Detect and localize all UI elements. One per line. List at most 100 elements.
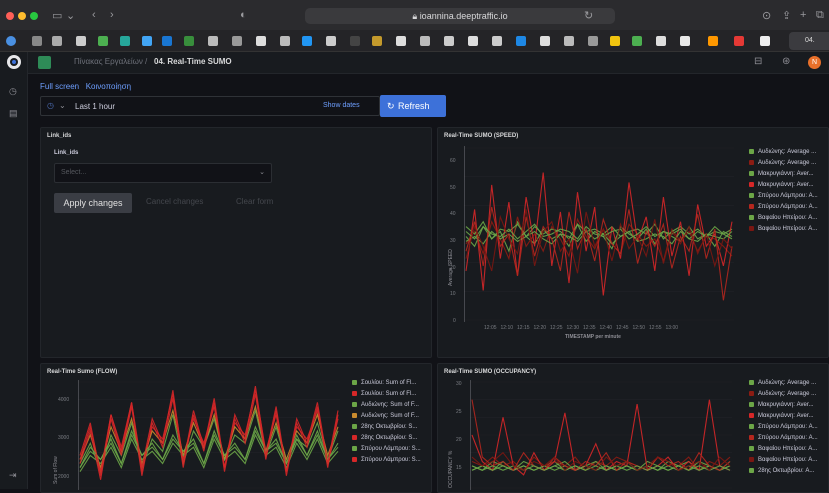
- bookmark-icon[interactable]: [372, 36, 382, 46]
- dashboards-icon[interactable]: ▤: [9, 108, 18, 119]
- active-tab[interactable]: 04. Real...: [789, 32, 829, 62]
- share-link[interactable]: Κοινοποίηση: [86, 82, 131, 91]
- legend-item[interactable]: 28ης Οκτωβρίου: S...: [352, 432, 421, 443]
- help-icon[interactable]: ⊛: [782, 56, 790, 67]
- fullscreen-link[interactable]: Full screen: [40, 82, 79, 91]
- bookmark-icon[interactable]: [760, 36, 770, 46]
- legend-item[interactable]: Σπύρου Λάμπρου: A...: [749, 432, 818, 443]
- legend-item[interactable]: Βαφαίου Ηπείρου: A...: [749, 454, 818, 465]
- show-dates-link[interactable]: Show dates: [323, 102, 360, 109]
- speed-line-chart[interactable]: [464, 146, 734, 322]
- legend-item[interactable]: Αυδιώνης: Average ...: [749, 157, 818, 168]
- bookmark-icon[interactable]: [208, 36, 218, 46]
- bookmark-icon[interactable]: [326, 36, 336, 46]
- legend-swatch: [749, 424, 754, 429]
- apply-changes-button[interactable]: Apply changes: [54, 193, 132, 213]
- legend-item[interactable]: Σουλίου: Sum of Fl...: [352, 388, 421, 399]
- bookmark-icon[interactable]: [420, 36, 430, 46]
- page-title[interactable]: 04. Real-Time SUMO: [154, 57, 232, 66]
- x-tick: 12:10: [500, 325, 514, 331]
- bookmark-icon[interactable]: [76, 36, 86, 46]
- forward-icon[interactable]: ›: [110, 9, 114, 21]
- bookmark-icon[interactable]: [350, 36, 360, 46]
- address-bar[interactable]: 🔒︎ ioannina.deeptraffic.io: [305, 8, 615, 24]
- legend-item[interactable]: Αυδιώνης: Average ...: [749, 146, 818, 157]
- expand-nav-icon[interactable]: ⇥: [9, 470, 17, 481]
- legend-item[interactable]: 28ης Οκτωβρίου: A...: [749, 465, 818, 476]
- bookmark-icon[interactable]: [98, 36, 108, 46]
- bookmark-icon[interactable]: [162, 36, 172, 46]
- bookmark-icon[interactable]: [516, 36, 526, 46]
- bookmark-icon[interactable]: [120, 36, 130, 46]
- bookmark-icon[interactable]: [256, 36, 266, 46]
- link-ids-select[interactable]: Select... ⌄: [54, 163, 272, 183]
- occupancy-line-chart[interactable]: [470, 380, 732, 490]
- bookmark-icon[interactable]: [610, 36, 620, 46]
- bookmark-icon[interactable]: [184, 36, 194, 46]
- legend-item[interactable]: Σπύρου Λάμπρου: S...: [352, 443, 421, 454]
- grafana-logo-icon[interactable]: [0, 54, 28, 74]
- bookmark-icon[interactable]: [492, 36, 502, 46]
- legend-item[interactable]: Αυδιώνης: Sum of F...: [352, 410, 421, 421]
- cancel-changes-button[interactable]: Cancel changes: [146, 197, 203, 206]
- breadcrumb-root[interactable]: Πίνακας Εργαλείων: [74, 57, 143, 66]
- legend-item[interactable]: Μακρυγιάννη: Aver...: [749, 179, 818, 190]
- legend-item[interactable]: Μακρυγιάννη: Aver...: [749, 410, 818, 421]
- legend-item[interactable]: Αυδιώνης: Average ...: [749, 388, 818, 399]
- avatar[interactable]: N: [808, 56, 821, 69]
- close-window-button[interactable]: [6, 12, 14, 20]
- bookmark-icon[interactable]: [632, 36, 642, 46]
- new-tab-icon[interactable]: +: [800, 9, 806, 21]
- bookmark-icon[interactable]: [32, 36, 42, 46]
- bookmark-icon[interactable]: [656, 36, 666, 46]
- legend-item[interactable]: Μακρυγιάννη: Aver...: [749, 399, 818, 410]
- legend-swatch: [352, 402, 357, 407]
- legend-item[interactable]: Αυδιώνης: Sum of F...: [352, 399, 421, 410]
- x-tick: 12:05: [484, 325, 497, 331]
- time-range-picker[interactable]: ◷ ⌄ Last 1 hour Show dates: [40, 96, 380, 116]
- legend-item[interactable]: Σπύρου Λάμπρου: S...: [352, 454, 421, 465]
- legend-item[interactable]: Βαφαίου Ηπείρου: A...: [749, 443, 818, 454]
- bookmark-icon[interactable]: [564, 36, 574, 46]
- sidebar-toggle-icon[interactable]: ▭: [52, 9, 62, 22]
- legend-item[interactable]: Σπύρου Λάμπρου: A...: [749, 421, 818, 432]
- legend-item[interactable]: Βαφαίου Ηπείρου: A...: [749, 223, 818, 234]
- privacy-shield-icon[interactable]: ◐: [240, 9, 247, 21]
- bookmark-icon[interactable]: [734, 36, 744, 46]
- bookmark-icon[interactable]: [232, 36, 242, 46]
- bookmark-icon[interactable]: [588, 36, 598, 46]
- minimize-window-button[interactable]: [18, 12, 26, 20]
- kiosk-icon[interactable]: ⊟: [754, 56, 762, 67]
- zoom-window-button[interactable]: [30, 12, 38, 20]
- x-tick: 12:20: [533, 325, 547, 331]
- legend-item[interactable]: Αυδιώνης: Average ...: [749, 377, 818, 388]
- bookmark-icon[interactable]: [52, 36, 62, 46]
- clear-form-button[interactable]: Clear form: [236, 197, 273, 206]
- bookmark-icon[interactable]: [468, 36, 478, 46]
- legend-label: Αυδιώνης: Sum of F...: [361, 401, 419, 408]
- download-icon[interactable]: ⊙: [762, 9, 771, 22]
- share-icon[interactable]: ⇪: [782, 9, 791, 22]
- legend-item[interactable]: Σπύρου Λάμπρου: A...: [749, 201, 818, 212]
- legend-item[interactable]: Βαφαίου Ηπείρου: A...: [749, 212, 818, 223]
- bookmark-icon[interactable]: [302, 36, 312, 46]
- chevron-down-icon[interactable]: ⌄: [66, 9, 75, 22]
- bookmark-icon[interactable]: [142, 36, 152, 46]
- legend-item[interactable]: Μακρυγιάννη: Aver...: [749, 168, 818, 179]
- bookmark-icon[interactable]: [680, 36, 690, 46]
- bookmark-icon[interactable]: [6, 36, 16, 46]
- back-icon[interactable]: ‹: [92, 9, 96, 21]
- refresh-button[interactable]: ↻ Refresh: [380, 95, 446, 117]
- legend-item[interactable]: 28ης Οκτωβρίου: S...: [352, 421, 421, 432]
- history-icon[interactable]: ◷: [9, 86, 17, 97]
- bookmark-icon[interactable]: [396, 36, 406, 46]
- tab-overview-icon[interactable]: ⧉: [816, 9, 824, 22]
- legend-item[interactable]: Σπύρου Λάμπρου: A...: [749, 190, 818, 201]
- bookmark-icon[interactable]: [444, 36, 454, 46]
- reload-icon[interactable]: ↻: [584, 9, 593, 22]
- bookmark-icon[interactable]: [708, 36, 718, 46]
- bookmark-icon[interactable]: [540, 36, 550, 46]
- legend-item[interactable]: Σουλίου: Sum of Fl...: [352, 377, 421, 388]
- flow-line-chart[interactable]: [78, 380, 340, 490]
- bookmark-icon[interactable]: [280, 36, 290, 46]
